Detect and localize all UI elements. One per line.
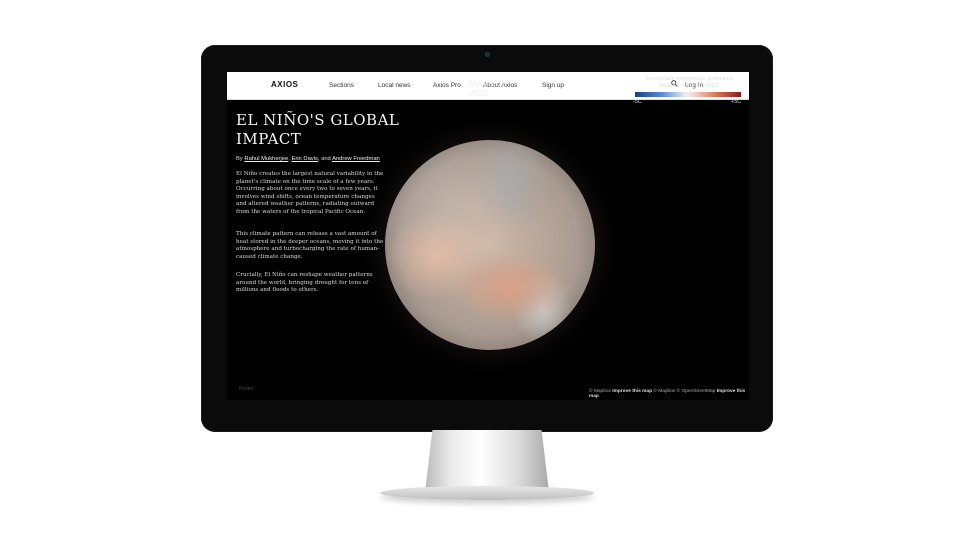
legend-title: Sea surface temperature anomalies March … — [633, 76, 745, 90]
nav-axios-pro[interactable]: Axios Pro — [433, 82, 461, 89]
nav-local-news[interactable]: Local news — [378, 82, 411, 89]
footer-label: Footer — [239, 386, 254, 392]
byline: By Rahul Mukherjee, Erin Davis, and Andr… — [236, 156, 380, 162]
nav-sections[interactable]: Sections — [329, 82, 354, 89]
monitor-frame: AXIOS Sections Local news Axios Pro Abou… — [201, 45, 773, 432]
globe-map[interactable] — [385, 140, 595, 350]
author-link-3[interactable]: Andrew Freedman — [332, 156, 380, 162]
author-link-1[interactable]: Rahul Mukherjee — [244, 156, 288, 162]
article-paragraph-3: Crucially, El Niño can reshape weather p… — [236, 272, 373, 294]
monitor-stand-neck — [425, 430, 549, 492]
legend-title-range: March 1 - July 31, 2023 — [660, 83, 718, 89]
legend-high-label: +5C — [731, 99, 742, 105]
author-link-2[interactable]: Erin Davis — [291, 156, 317, 162]
legend-low-label: -5C — [633, 99, 642, 105]
headline-line-2: IMPACT — [236, 130, 302, 148]
improve-map-link-1[interactable]: Improve this map — [612, 389, 652, 394]
article-headline: EL NIÑO'S GLOBAL IMPACT — [236, 111, 406, 149]
article-paragraph-2: This climate pattern can release a vast … — [236, 231, 384, 260]
byline-sep: , and — [317, 156, 331, 162]
map-date-year: 2023 — [469, 88, 488, 98]
axios-logo[interactable]: AXIOS — [271, 80, 298, 89]
byline-sep: , — [288, 156, 290, 162]
map-date-month: March 20 — [469, 78, 505, 88]
monitor-stand-base — [380, 486, 594, 500]
legend-color-bar — [635, 92, 741, 97]
byline-prefix: By — [236, 156, 243, 162]
nav-sign-up[interactable]: Sign up — [542, 82, 564, 89]
map-date: March 20 2023 — [469, 78, 504, 98]
legend-title-main: Sea surface temperature anomalies — [645, 76, 733, 82]
map-attribution: © Mapbox Improve this map © Mapbox © Ope… — [589, 389, 749, 399]
attribution-osm[interactable]: © Mapbox © OpenStreetMap — [653, 389, 715, 394]
headline-line-1: EL NIÑO'S GLOBAL — [236, 111, 400, 129]
screen: AXIOS Sections Local news Axios Pro Abou… — [227, 72, 749, 400]
camera-icon — [485, 52, 490, 57]
article-paragraph-1: El Niño creates the largest natural vari… — [236, 171, 384, 215]
